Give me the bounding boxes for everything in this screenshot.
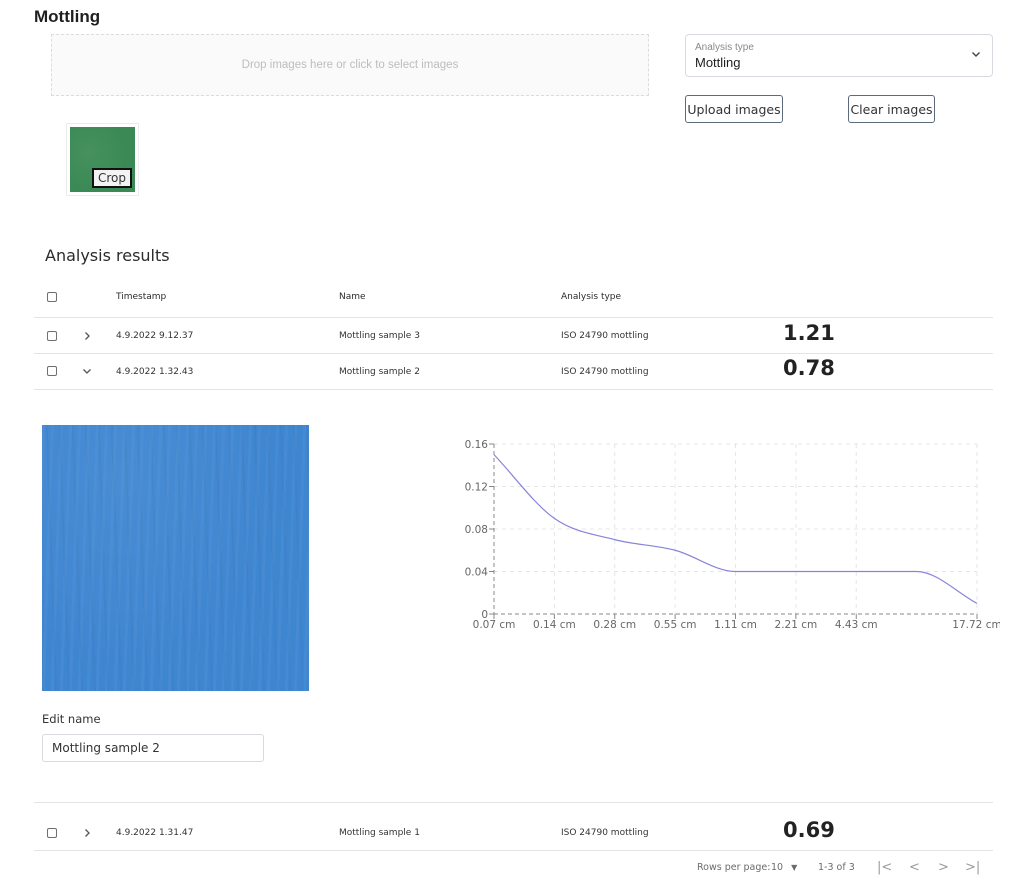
row-timestamp: 4.9.2022 1.31.47: [116, 828, 194, 838]
rows-per-page-label: Rows per page:: [697, 862, 771, 873]
x-tick-label: 0.07 cm: [473, 619, 516, 631]
select-all-checkbox[interactable]: [47, 292, 57, 302]
analysis-type-value: Mottling: [695, 55, 741, 70]
x-tick-label: 0.14 cm: [533, 619, 576, 631]
detail-divider: [34, 802, 993, 803]
y-tick-label: 0.16: [465, 439, 489, 451]
y-tick-label: 0.12: [465, 482, 488, 494]
column-header-name[interactable]: Name: [339, 292, 366, 302]
edit-name-label: Edit name: [42, 712, 101, 726]
row-timestamp: 4.9.2022 1.32.43: [116, 367, 194, 377]
table-row[interactable]: 4.9.2022 1.32.43 Mottling sample 2 ISO 2…: [34, 354, 993, 390]
analysis-type-select[interactable]: Analysis type Mottling: [685, 34, 993, 77]
table-header: Timestamp Name Analysis type: [34, 282, 993, 318]
results-title: Analysis results: [45, 246, 170, 265]
sample-image: [42, 425, 309, 691]
row-checkbox[interactable]: [47, 331, 57, 341]
row-timestamp: 4.9.2022 9.12.37: [116, 331, 194, 341]
row-name: Mottling sample 1: [339, 828, 420, 838]
dropzone-text: Drop images here or click to select imag…: [241, 59, 459, 71]
x-tick-label: 0.28 cm: [593, 619, 636, 631]
chevron-right-icon[interactable]: [82, 331, 92, 341]
rows-per-page-value: 10: [771, 862, 784, 873]
y-tick-label: 0.04: [465, 567, 489, 579]
pagination-range: 1-3 of 3: [818, 862, 855, 873]
row-name: Mottling sample 3: [339, 331, 420, 341]
row-analysis-type: ISO 24790 mottling: [561, 828, 649, 838]
row-name: Mottling sample 2: [339, 367, 420, 377]
x-tick-label: 4.43 cm: [835, 619, 878, 631]
column-header-analysis-type[interactable]: Analysis type: [561, 292, 621, 302]
mottling-chart: 00.040.080.120.160.07 cm 0.14 cm 0.28 cm 0.…: [465, 439, 1000, 631]
row-score: 0.78: [783, 356, 835, 380]
page-title: Mottling: [34, 7, 101, 26]
x-tick-label: 2.21 cm: [775, 619, 818, 631]
rows-per-page-select[interactable]: 10 ▼: [771, 862, 797, 873]
chevron-down-icon[interactable]: [82, 366, 92, 376]
row-score: 0.69: [783, 818, 835, 842]
next-page-icon[interactable]: >: [938, 860, 949, 875]
thumbnail-image: Crop: [70, 127, 135, 192]
prev-page-icon[interactable]: <: [909, 860, 920, 875]
edit-name-input[interactable]: [42, 734, 264, 762]
image-thumbnail: Crop: [66, 123, 139, 196]
table-row[interactable]: 4.9.2022 1.31.47 Mottling sample 1 ISO 2…: [34, 815, 993, 851]
y-tick-label: 0.08: [465, 524, 488, 536]
x-tick-label: 1.11 cm: [714, 619, 757, 631]
row-checkbox[interactable]: [47, 366, 57, 376]
image-dropzone[interactable]: Drop images here or click to select imag…: [51, 34, 649, 96]
first-page-icon[interactable]: |<: [877, 860, 892, 875]
table-row[interactable]: 4.9.2022 9.12.37 Mottling sample 3 ISO 2…: [34, 318, 993, 354]
clear-images-button[interactable]: Clear images: [848, 95, 935, 123]
row-checkbox[interactable]: [47, 828, 57, 838]
row-analysis-type: ISO 24790 mottling: [561, 331, 649, 341]
chevron-down-icon: [972, 52, 980, 57]
column-header-timestamp[interactable]: Timestamp: [116, 292, 166, 302]
last-page-icon[interactable]: >|: [965, 860, 980, 875]
upload-images-button[interactable]: Upload images: [685, 95, 783, 123]
analysis-type-label: Analysis type: [695, 42, 754, 53]
crop-button[interactable]: Crop: [91, 168, 132, 188]
row-analysis-type: ISO 24790 mottling: [561, 367, 649, 377]
caret-down-icon: ▼: [791, 863, 798, 872]
chevron-right-icon[interactable]: [82, 828, 92, 838]
x-tick-label: 0.55 cm: [654, 619, 697, 631]
x-tick-label: 17.72 cm: [952, 619, 1000, 631]
row-score: 1.21: [783, 321, 835, 345]
